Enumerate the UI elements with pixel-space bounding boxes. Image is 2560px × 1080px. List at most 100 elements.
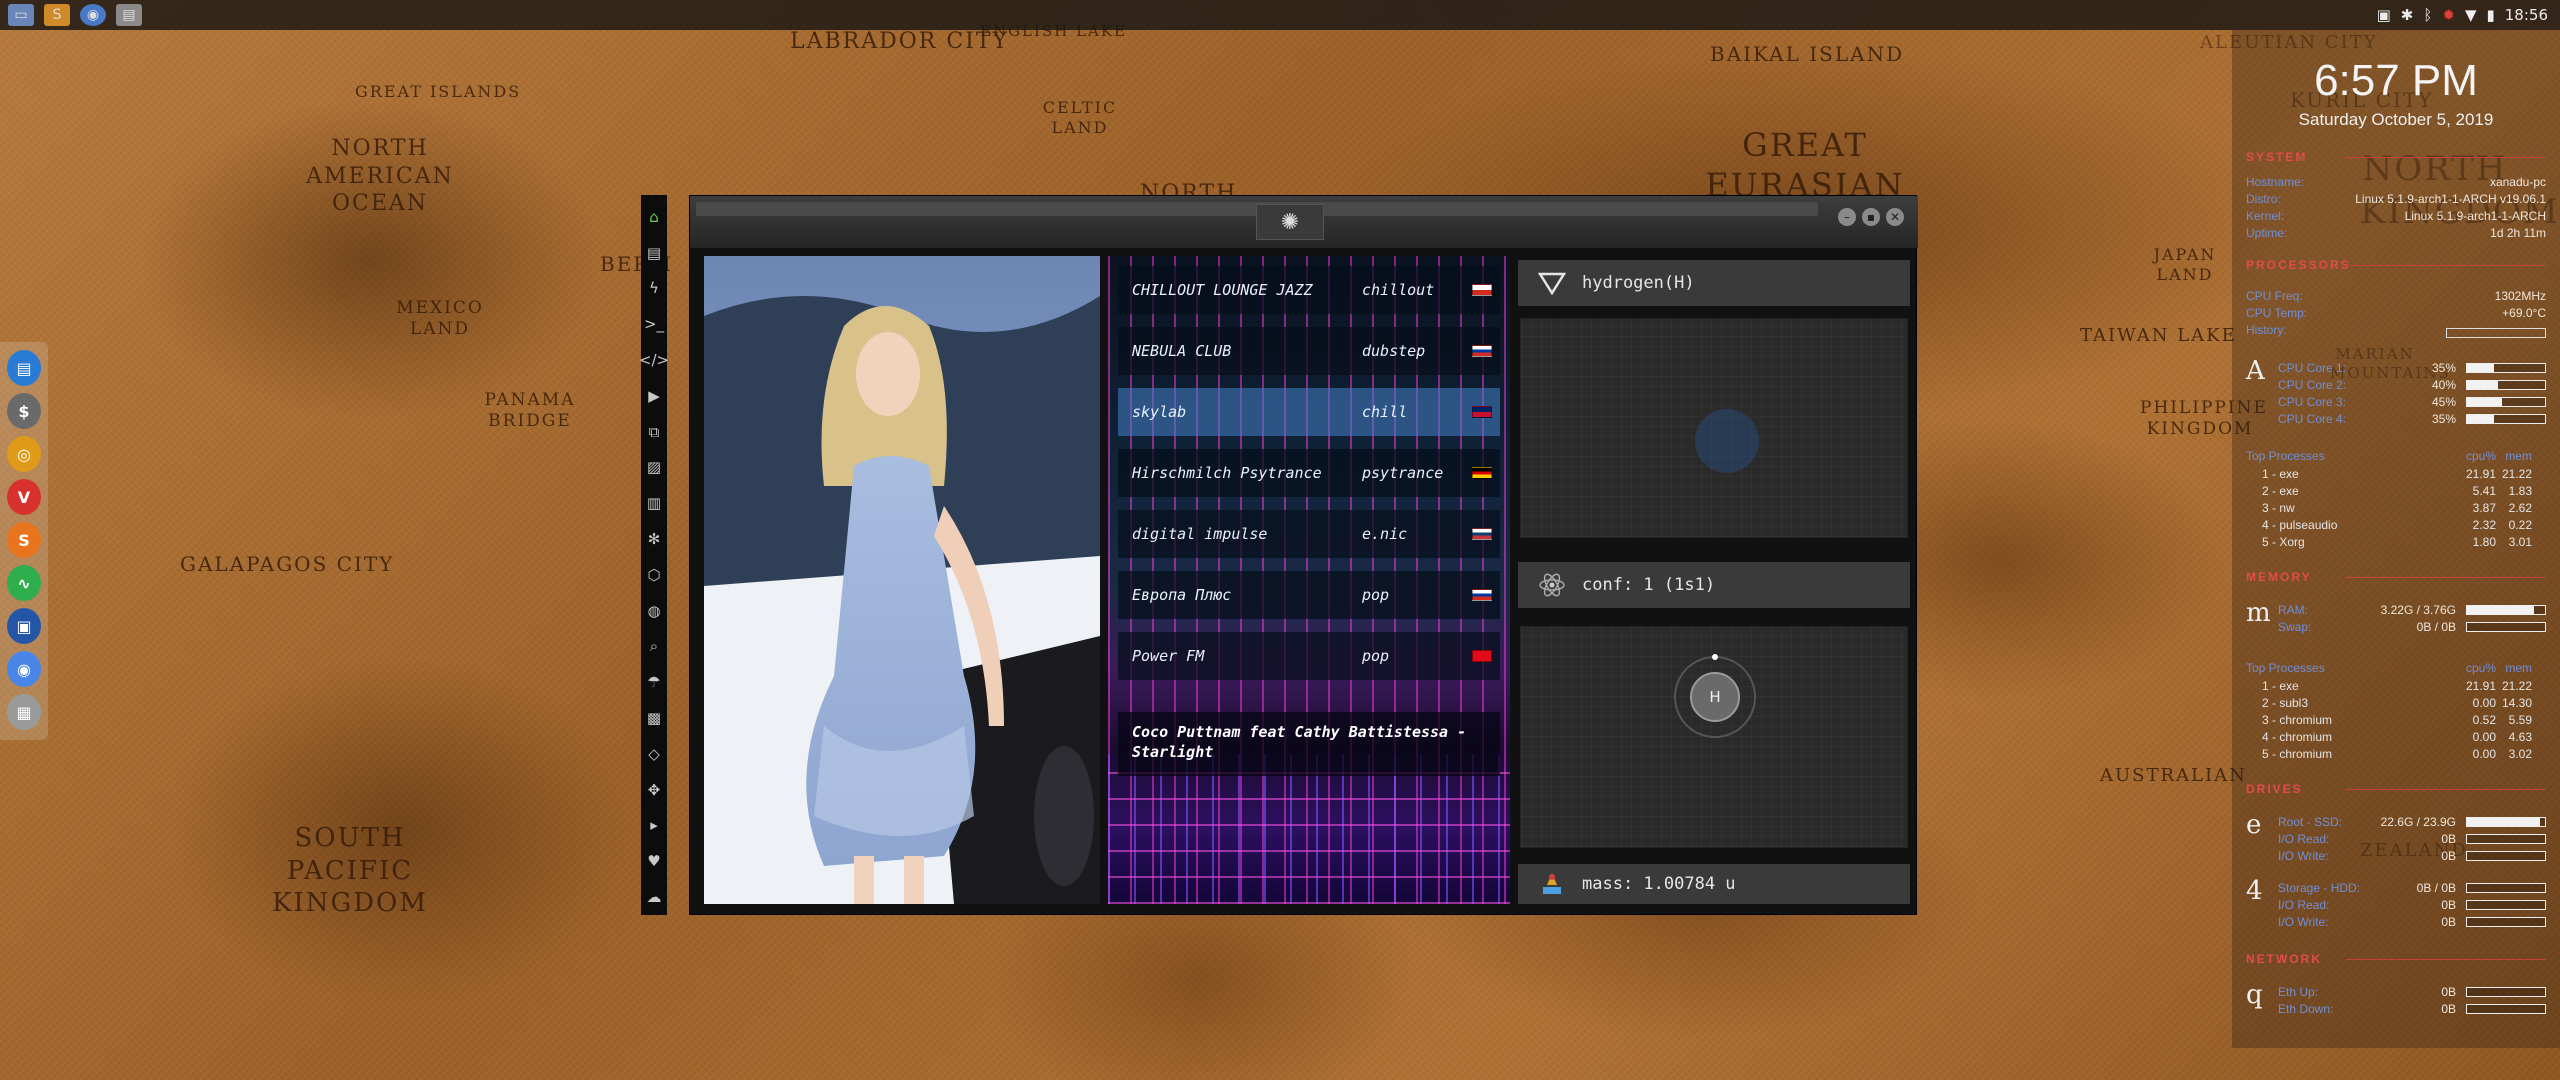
usage-bar [2466,817,2546,827]
grid-icon[interactable]: ▦ [7,694,41,730]
process-name: 5 - chromium [2262,747,2333,761]
wifi-icon[interactable]: ▼ [2465,6,2477,24]
usage-bar [2466,605,2546,615]
section-header-network: NETWORK [2246,952,2546,966]
element-bar[interactable]: hydrogen(H) [1518,260,1910,306]
row-label: I/O Read: [2278,832,2330,846]
ubuntu-icon[interactable]: ◎ [7,436,41,472]
station-genre: psytrance [1362,464,1444,482]
orbital-view[interactable] [1520,318,1908,538]
radio-station[interactable]: skylab chill [1118,388,1500,436]
youtube-icon[interactable]: ▸ [641,808,667,844]
station-genre: e.nic [1362,525,1408,543]
radio-station[interactable]: Hirschmilch Psytrance psytrance [1118,449,1500,497]
bohr-model-view[interactable]: H [1520,626,1908,848]
cloud-icon[interactable]: ☁ [641,879,667,915]
screen-icon[interactable]: ▣ [7,608,41,644]
top-processes-header: Top Processes cpu% mem [2246,448,2546,464]
row-value: 1d 2h 11m [2490,226,2546,240]
process-name: 4 - chromium [2262,730,2333,744]
process-row: 3 - chromium 0.52 5.59 [2246,712,2546,728]
radio-station-list: Coco Puttnam feat Cathy Battistessa - St… [1108,256,1510,904]
globe-icon[interactable]: ◍ [641,593,667,629]
sublime-icon[interactable]: S [44,4,70,26]
search-icon[interactable]: ⌕ [641,629,667,665]
usage-bar [2466,834,2546,844]
hexagon-icon[interactable]: ⬡ [641,557,667,593]
clock[interactable]: 18:56 [2505,6,2548,24]
chromium-icon[interactable]: ◉ [80,4,106,26]
electron-configuration: conf: 1 (1s1) [1582,575,1716,595]
bluetooth-icon-2[interactable]: ᛒ [2423,6,2432,24]
atom-symbol: H [1709,688,1721,706]
mass-bar: mass: 1.00784 u [1518,864,1910,904]
station-name: digital impulse [1132,525,1268,543]
system-tray: ▣ ✱ ᛒ ✹ ▼ ▮ 18:56 [2377,0,2548,30]
image-icon[interactable]: ▨ [641,450,667,486]
header-name: Top Processes [2246,449,2325,463]
process-row: 4 - chromium 0.00 4.63 [2246,729,2546,745]
lightning-icon[interactable]: ϟ [641,271,667,307]
code-icon[interactable]: </> [639,342,669,378]
row-value: 35% [2431,412,2456,426]
process-mem: 1.83 [2508,484,2532,498]
bluetooth-icon[interactable]: ✱ [2401,6,2414,24]
desktop-icon[interactable]: ▤ [116,4,142,26]
radio-station[interactable]: NEBULA CLUB dubstep [1118,327,1500,375]
row-value: 22.6G / 23.9G [2380,815,2456,829]
radio-station[interactable]: Power FM pop [1118,632,1500,680]
station-name: CHILLOUT LOUNGE JAZZ [1132,281,1313,299]
row-label: RAM: [2278,603,2308,617]
row-value: Linux 5.1.9-arch1-1-ARCH v19.06.1 [2355,192,2546,206]
home-icon[interactable]: ⌂ [641,199,667,235]
atom-icon [1532,567,1572,603]
process-name: 1 - exe [2262,467,2299,481]
battery-icon[interactable]: ▮ [2487,6,2495,24]
play-icon[interactable]: ▶ [641,378,667,414]
contact-icon[interactable]: ▩ [641,700,667,736]
copy-icon[interactable]: ⧉ [641,414,667,450]
system-monitor: 6:57 PM Saturday October 5, 2019 SYSTEM … [2232,30,2560,1048]
row-label: CPU Core 1: [2278,361,2347,375]
vivaldi-icon[interactable]: V [7,479,41,515]
row-label: Root - SSD: [2278,815,2343,829]
row-value: 0B [2441,985,2456,999]
newspaper-icon[interactable]: ▥ [641,485,667,521]
radio-station[interactable]: Европа Плюс pop [1118,571,1500,619]
radio-station[interactable]: digital impulse e.nic [1118,510,1500,558]
flag-icon [1472,345,1492,357]
terminal-icon[interactable]: >_ [641,306,667,342]
usage-bar [2466,883,2546,893]
chrome-icon[interactable]: ◉ [7,651,41,687]
umbrella-icon[interactable]: ☂ [641,664,667,700]
heart-icon[interactable]: ♥ [641,843,667,879]
flag-icon [1472,467,1492,479]
radio-station[interactable]: CHILLOUT LOUNGE JAZZ chillout [1118,266,1500,314]
diamond-arrows-icon[interactable]: ◇ [641,736,667,772]
sublime-s-icon[interactable]: S [7,522,41,558]
image-icon[interactable]: ▣ [2377,6,2391,24]
row-label: Kernel: [2246,209,2285,223]
minimize-button[interactable]: – [1838,208,1856,226]
expand-icon[interactable]: ✥ [641,772,667,808]
maximize-button[interactable]: ▪ [1862,208,1880,226]
usage-bar [2466,917,2546,927]
pulse-icon[interactable]: ∿ [7,565,41,601]
atom-icon[interactable]: ✻ [641,521,667,557]
update-icon[interactable]: ✹ [2442,6,2455,24]
money-icon[interactable]: $ [7,393,41,429]
title-bar[interactable]: ✺ – ▪ ✕ [690,196,1918,248]
top-panel: ▭ S ◉ ▤ ▣ ✱ ᛒ ✹ ▼ ▮ 18:56 [0,0,2560,30]
document-icon[interactable]: ▤ [641,235,667,271]
atomic-mass: mass: 1.00784 u [1582,874,1736,894]
folder-icon[interactable]: ▭ [8,4,34,26]
map-label: LABRADOR CITY [790,29,1010,54]
map-label: CELTIC LAND [1042,98,1118,137]
files-icon[interactable]: ▤ [7,350,41,386]
row-value: 35% [2431,361,2456,375]
row-label: Distro: [2246,192,2281,206]
app-window: ✺ – ▪ ✕ Coco Puttnam feat Cathy Battiste… [689,195,1918,915]
header-mem: mem [2505,449,2532,463]
process-mem: 4.63 [2508,730,2532,744]
close-button[interactable]: ✕ [1886,208,1904,226]
